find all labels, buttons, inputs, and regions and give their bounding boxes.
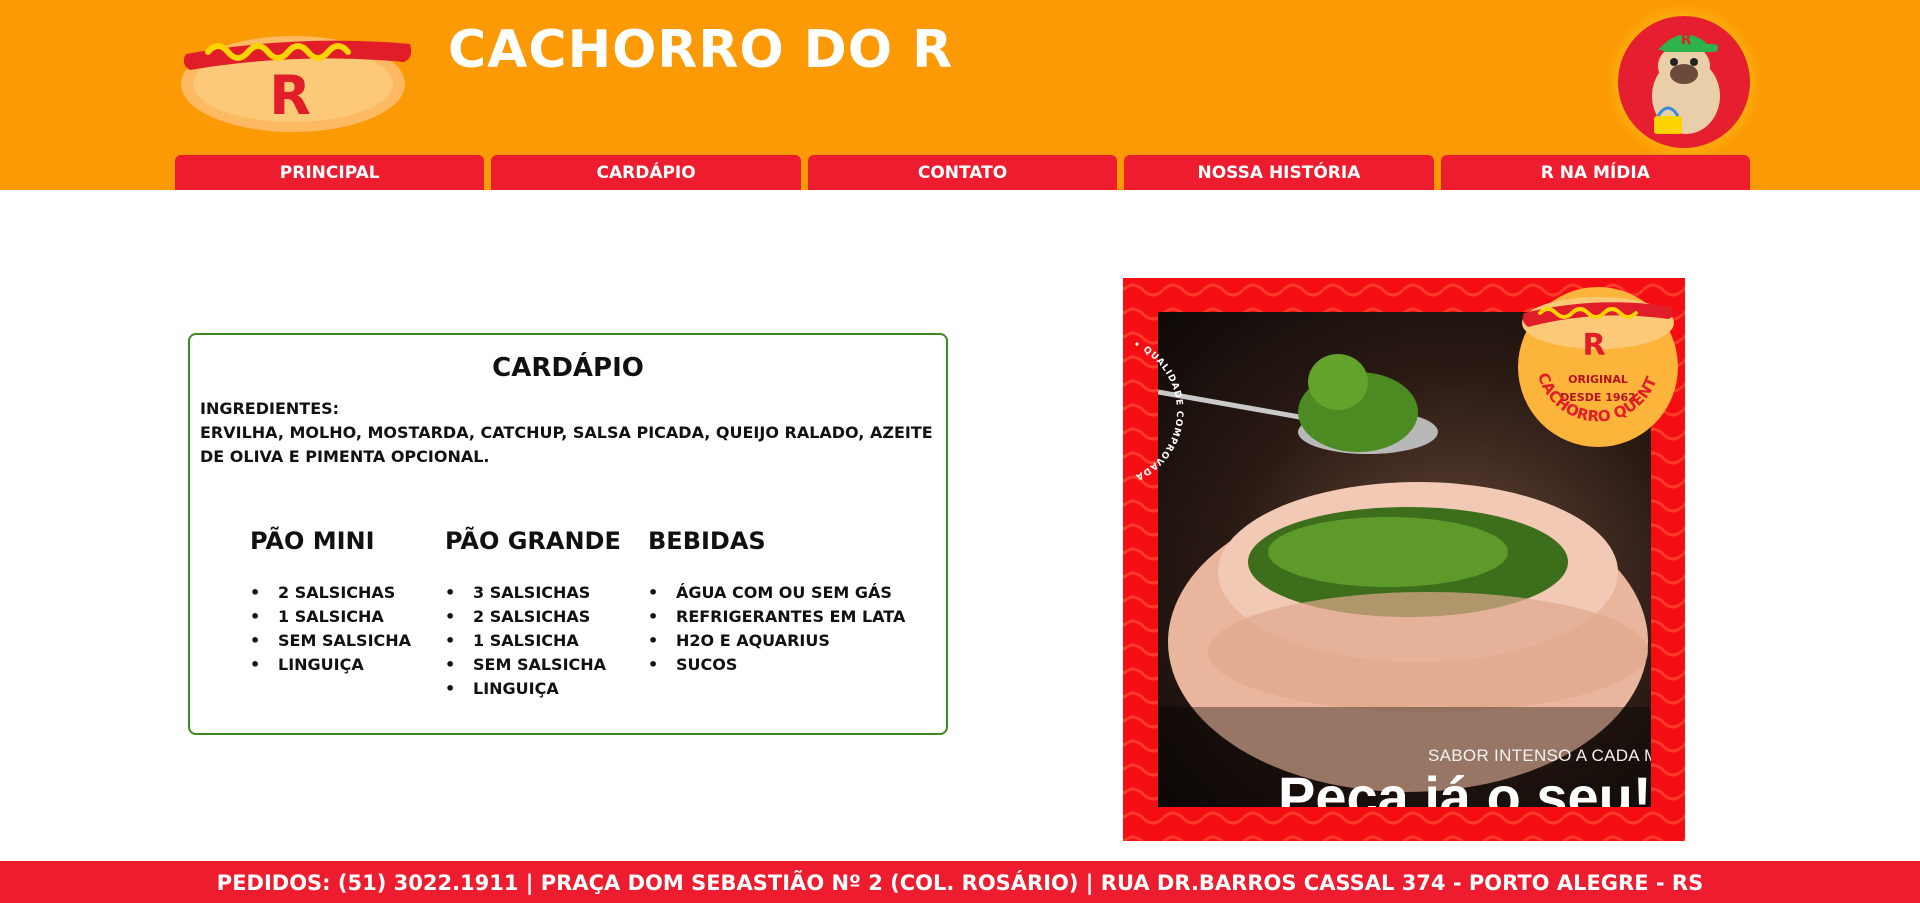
column-heading: PÃO MINI [250, 527, 375, 555]
item-list: 2 SALSICHAS 1 SALSICHA SEM SALSICHA LING… [250, 581, 411, 677]
list-item: 3 SALSICHAS [445, 581, 621, 605]
list-item: ÁGUA COM OU SEM GÁS [648, 581, 905, 605]
svg-text:• QUALIDADE COMPROVADA • DESDE: • QUALIDADE COMPROVADA • DESDE 1962 [1123, 336, 1184, 482]
logo-letter: R [269, 64, 311, 127]
pug-mascot-logo[interactable]: R [1606, 4, 1762, 160]
nav-item-cardapio[interactable]: CARDÁPIO [491, 155, 801, 190]
list-item: SEM SALSICHA [445, 653, 621, 677]
menu-column-bebidas: BEBIDAS ÁGUA COM OU SEM GÁS REFRIGERANTE… [648, 527, 905, 677]
item-list: ÁGUA COM OU SEM GÁS REFRIGERANTES EM LAT… [648, 581, 905, 677]
list-item: 2 SALSICHAS [445, 605, 621, 629]
original-badge: R ORIGINAL DESDE 1962 CACHORRO QUENTE DO… [1508, 278, 1682, 451]
promo-image: SABOR INTENSO A CADA MORDIDA Peça já o s… [1123, 278, 1685, 841]
list-item: SEM SALSICHA [250, 629, 411, 653]
list-item: 1 SALSICHA [250, 605, 411, 629]
menu-column-pao-mini: PÃO MINI 2 SALSICHAS 1 SALSICHA SEM SALS… [250, 527, 411, 677]
stamp-text: • QUALIDADE COMPROVADA • DESDE 1962 [1123, 329, 1183, 482]
main-nav: PRINCIPAL CARDÁPIO CONTATO NOSSA HISTÓRI… [175, 155, 1751, 190]
list-item: H2O E AQUARIUS [648, 629, 905, 653]
nav-item-contato[interactable]: CONTATO [807, 155, 1118, 190]
site-header: R CACHORRO DO R R PRINCIPAL CARDÁPIO CON… [0, 0, 1920, 190]
list-item: REFRIGERANTES EM LATA [648, 605, 905, 629]
list-item: LINGUIÇA [250, 653, 411, 677]
ingredients-label: INGREDIENTES: [200, 399, 340, 418]
promo-tagline: SABOR INTENSO A CADA MORDIDA [1428, 746, 1651, 765]
badge-line1: ORIGINAL [1568, 373, 1628, 386]
nav-item-nossa-historia[interactable]: NOSSA HISTÓRIA [1124, 155, 1434, 190]
nav-item-principal[interactable]: PRINCIPAL [175, 155, 485, 190]
menu-title: CARDÁPIO [492, 353, 644, 383]
site-title: CACHORRO DO R [448, 20, 954, 80]
quality-stamp: • QUALIDADE COMPROVADA • DESDE 1962 [1123, 329, 1223, 486]
list-item: LINGUIÇA [445, 677, 621, 701]
item-list: 3 SALSICHAS 2 SALSICHAS 1 SALSICHA SEM S… [445, 581, 621, 701]
menu-card: CARDÁPIO INGREDIENTES: ERVILHA, MOLHO, M… [188, 333, 948, 735]
footer-contact: PEDIDOS: (51) 3022.1911 | PRAÇA DOM SEBA… [0, 861, 1920, 903]
list-item: 1 SALSICHA [445, 629, 621, 653]
column-heading: PÃO GRANDE [445, 527, 621, 555]
nav-item-r-na-midia[interactable]: R NA MÍDIA [1440, 155, 1751, 190]
ingredients-text: ERVILHA, MOLHO, MOSTARDA, CATCHUP, SALSA… [200, 423, 933, 466]
list-item: SUCOS [648, 653, 905, 677]
hotdog-logo[interactable]: R [178, 14, 416, 134]
list-item: 2 SALSICHAS [250, 581, 411, 605]
mascot-cap-letter: R [1681, 32, 1692, 48]
promo-cta: Peça já o seu! [1278, 765, 1651, 807]
badge-letter: R [1582, 328, 1605, 363]
menu-column-pao-grande: PÃO GRANDE 3 SALSICHAS 2 SALSICHAS 1 SAL… [445, 527, 621, 701]
column-heading: BEBIDAS [648, 527, 766, 555]
